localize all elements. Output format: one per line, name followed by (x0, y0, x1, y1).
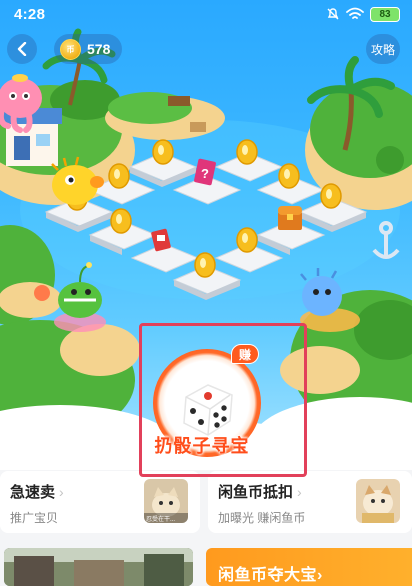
roll-dice-button[interactable]: 赚 扔骰子寻宝 (139, 323, 307, 477)
treasure-chest-icon (278, 206, 302, 230)
wifi-icon (346, 7, 364, 19)
earn-badge: 赚 (231, 344, 259, 364)
dice-label: 扔骰子寻宝 (154, 436, 250, 456)
coin-deduction-card[interactable]: 闲鱼币抵扣 › 加曝光 赚闲鱼币 (208, 471, 412, 533)
coin-deduction-title-text: 闲鱼币抵扣 (218, 484, 294, 501)
guide-button[interactable]: 攻略 (366, 34, 400, 64)
street-photo-icon (4, 548, 193, 586)
island-right (305, 56, 412, 210)
quick-sell-thumbnail: 忍受在干... (144, 479, 188, 523)
bell-off-icon (327, 8, 339, 20)
status-bar: 4:28 83 (0, 0, 412, 28)
back-arrow-icon (17, 42, 27, 56)
battery-icon: 83 (370, 6, 400, 22)
svg-text:?: ? (201, 166, 209, 181)
quick-sell-card[interactable]: 急速卖 › 推广宝贝 忍受在干... (0, 471, 200, 533)
feed-photo[interactable] (4, 548, 193, 586)
coin-treasure-banner[interactable]: 闲鱼币夺大宝› (206, 548, 412, 586)
coin-deduction-thumbnail (356, 479, 400, 523)
back-button[interactable] (7, 34, 37, 64)
cat-photo-icon (356, 479, 400, 523)
quick-sell-title-text: 急速卖 (10, 484, 56, 501)
coin-balance[interactable]: 币 578 (54, 34, 122, 64)
status-time: 4:28 (14, 5, 46, 23)
chevron-right-icon: › (59, 483, 64, 500)
island-middle (105, 92, 225, 140)
chevron-right-icon: › (297, 483, 302, 500)
coin-count: 578 (87, 41, 111, 57)
status-icons: 83 (326, 6, 400, 22)
thumb-caption: 忍受在干... (146, 517, 176, 523)
coin-icon: 币 (60, 38, 81, 60)
